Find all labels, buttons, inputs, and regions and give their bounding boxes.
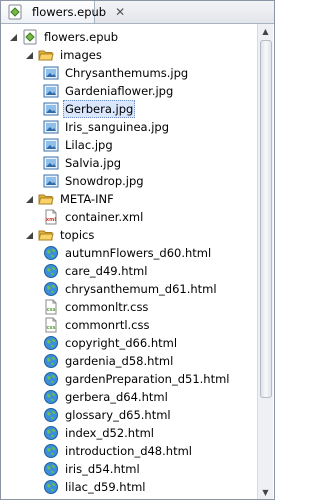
tree-file-item[interactable]: Lilac.jpg	[43, 136, 115, 154]
expand-triangle-icon[interactable]	[9, 33, 18, 42]
tree-file-item[interactable]: copyright_d66.html	[43, 334, 179, 352]
html-globe-icon	[43, 281, 59, 297]
html-globe-icon	[43, 461, 59, 477]
file-label: introduction_d48.html	[65, 444, 192, 458]
tab-bar: flowers.epub ✕	[1, 1, 274, 24]
tree-file-item[interactable]: chrysanthemum_d61.html	[43, 280, 219, 298]
tree-file-item[interactable]: css commonrtl.css	[43, 316, 151, 334]
tree-file-item[interactable]: Snowdrop.jpg	[43, 172, 146, 190]
tree-folder-meta-inf[interactable]: META-INF	[25, 190, 116, 208]
file-label: care_d49.html	[65, 264, 148, 278]
file-label: Iris_sanguinea.jpg	[65, 120, 170, 134]
expand-triangle-icon[interactable]	[25, 231, 34, 240]
file-label: glossary_d65.html	[65, 408, 171, 422]
vertical-scrollbar[interactable]: ▲ ▼	[257, 24, 273, 499]
folder-open-icon	[38, 227, 54, 243]
image-file-icon	[43, 173, 59, 189]
svg-text:css: css	[47, 307, 56, 313]
tree-file-item[interactable]: glossary_d65.html	[43, 406, 173, 424]
file-label: container.xml	[65, 210, 144, 224]
svg-text:css: css	[47, 325, 56, 331]
tree-file-item[interactable]: gerbera_d64.html	[43, 388, 170, 406]
scroll-down-arrow-icon[interactable]: ▼	[258, 485, 273, 499]
tree-file-item[interactable]: introduction_d48.html	[43, 442, 194, 460]
file-label: gardenia_d58.html	[65, 354, 174, 368]
file-label: copyright_d66.html	[65, 336, 178, 350]
folder-label: topics	[60, 228, 95, 242]
file-label: Lilac.jpg	[65, 138, 113, 152]
tree-file-item[interactable]: Iris_sanguinea.jpg	[43, 118, 171, 136]
epub-navigator-panel: flowers.epub ✕ flowers.epub images Chrys…	[0, 0, 275, 500]
image-file-icon	[43, 101, 59, 117]
folder-open-icon	[38, 191, 54, 207]
epub-icon	[22, 29, 38, 45]
file-label: Gardeniaflower.jpg	[65, 84, 174, 98]
file-label: Salvia.jpg	[65, 156, 122, 170]
tree-file-item[interactable]: iris_d54.html	[43, 460, 142, 478]
tree-file-item[interactable]: care_d49.html	[43, 262, 149, 280]
file-label: commonrtl.css	[65, 318, 150, 332]
file-label: Chrysanthemums.jpg	[65, 66, 189, 80]
epub-icon	[7, 4, 23, 20]
image-file-icon	[43, 65, 59, 81]
close-icon[interactable]: ✕	[115, 5, 125, 19]
tree-file-item[interactable]: Gerbera.jpg	[43, 100, 136, 118]
html-globe-icon	[43, 479, 59, 495]
html-globe-icon	[43, 389, 59, 405]
expand-triangle-icon[interactable]	[25, 51, 34, 60]
tab-title: flowers.epub	[32, 5, 107, 19]
file-label: gardenPreparation_d51.html	[65, 372, 230, 386]
folder-label: META-INF	[60, 192, 114, 206]
image-file-icon	[43, 155, 59, 171]
html-globe-icon	[43, 425, 59, 441]
tree-file-item[interactable]: Gardeniaflower.jpg	[43, 82, 175, 100]
file-label: lilac_d59.html	[65, 480, 146, 494]
tree-file-item[interactable]: gardenPreparation_d51.html	[43, 370, 232, 388]
file-label: index_d52.html	[65, 426, 154, 440]
file-label: Snowdrop.jpg	[65, 174, 144, 188]
tree-file-item[interactable]: autumnFlowers_d60.html	[43, 244, 213, 262]
html-globe-icon	[43, 443, 59, 459]
html-globe-icon	[43, 245, 59, 261]
scroll-up-arrow-icon[interactable]: ▲	[258, 24, 273, 38]
tree-file-item[interactable]: Chrysanthemums.jpg	[43, 64, 190, 82]
html-globe-icon	[43, 407, 59, 423]
expand-triangle-icon[interactable]	[25, 195, 34, 204]
svg-text:xml: xml	[46, 217, 56, 223]
tree-file-item[interactable]: Salvia.jpg	[43, 154, 123, 172]
html-globe-icon	[43, 335, 59, 351]
file-label: Gerbera.jpg	[63, 100, 136, 118]
html-globe-icon	[43, 353, 59, 369]
file-tree: flowers.epub images Chrysanthemums.jpg Ga…	[1, 24, 258, 498]
folder-label: images	[60, 48, 102, 62]
tree-root-flowers-epub[interactable]: flowers.epub	[9, 28, 120, 46]
xml-file-icon: xml	[43, 209, 59, 225]
image-file-icon	[43, 137, 59, 153]
css-file-icon: css	[43, 317, 59, 333]
css-file-icon: css	[43, 299, 59, 315]
tree-root-label: flowers.epub	[44, 30, 119, 44]
html-globe-icon	[43, 263, 59, 279]
tree-folder-images[interactable]: images	[25, 46, 104, 64]
scrollbar-thumb[interactable]	[260, 40, 272, 398]
tree-file-item[interactable]: gardenia_d58.html	[43, 352, 175, 370]
tree-file-item[interactable]: index_d52.html	[43, 424, 156, 442]
tab-flowers-epub[interactable]: flowers.epub ✕	[1, 1, 125, 23]
tree-folder-topics[interactable]: topics	[25, 226, 96, 244]
file-label: gerbera_d64.html	[65, 390, 168, 404]
file-label: chrysanthemum_d61.html	[65, 282, 217, 296]
file-label: commonltr.css	[65, 300, 149, 314]
tree-file-item[interactable]: lilac_d59.html	[43, 478, 148, 496]
html-globe-icon	[43, 371, 59, 387]
file-label: iris_d54.html	[65, 462, 140, 476]
image-file-icon	[43, 119, 59, 135]
tree-file-item[interactable]: xml container.xml	[43, 208, 145, 226]
folder-open-icon	[38, 47, 54, 63]
image-file-icon	[43, 83, 59, 99]
tree-file-item[interactable]: css commonltr.css	[43, 298, 150, 316]
file-label: autumnFlowers_d60.html	[65, 246, 212, 260]
